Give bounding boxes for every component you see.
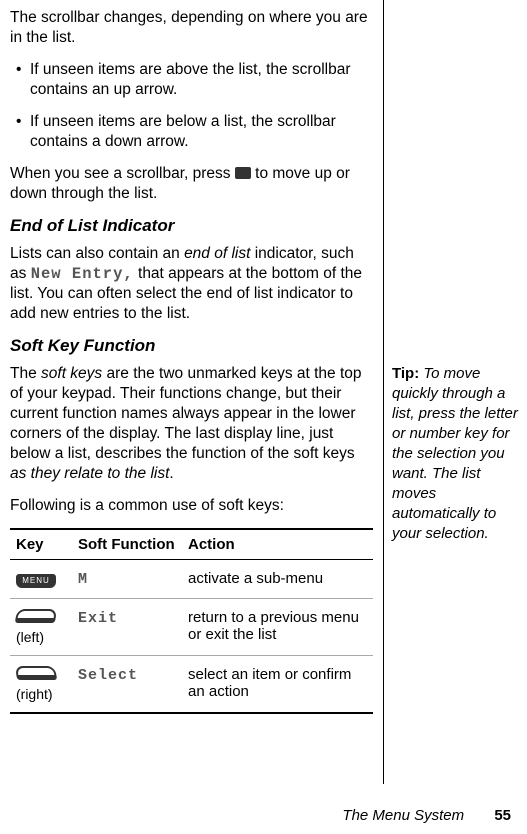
right-soft-key-icon — [15, 666, 57, 680]
key-label: (left) — [16, 629, 66, 645]
cell-fn: Select — [72, 656, 182, 714]
text-mono: New Entry, — [31, 265, 134, 283]
table-header-row: Key Soft Function Action — [10, 529, 373, 560]
cell-action: select an item or confirm an action — [182, 656, 373, 714]
menu-key-icon: MENU — [16, 574, 56, 588]
text-mono: Select — [78, 667, 138, 684]
cell-action: return to a previous menu or exit the li… — [182, 599, 373, 656]
tip-text: To move quickly through a list, press th… — [392, 365, 518, 542]
soft-key-para: The soft keys are the two unmarked keys … — [10, 364, 373, 484]
end-of-list-para: Lists can also contain an end of list in… — [10, 244, 373, 324]
key-label: (right) — [16, 686, 66, 702]
cell-key: (left) — [10, 599, 72, 656]
scrollbar-behaviors-list: If unseen items are above the list, the … — [30, 60, 373, 152]
heading-end-of-list: End of List Indicator — [10, 216, 373, 236]
left-soft-key-icon — [15, 609, 57, 623]
table-header-action: Action — [182, 529, 373, 560]
list-item: If unseen items are below a list, the sc… — [30, 112, 373, 152]
cell-fn: M — [72, 560, 182, 599]
table-header-key: Key — [10, 529, 72, 560]
tip-label: Tip: — [392, 365, 423, 382]
tip-block: Tip: To move quickly through a list, pre… — [392, 364, 527, 544]
side-column: Tip: To move quickly through a list, pre… — [384, 0, 527, 784]
text-italic: soft keys — [41, 365, 102, 382]
page-number: 55 — [494, 807, 511, 824]
cell-key: (right) — [10, 656, 72, 714]
soft-key-intro: Following is a common use of soft keys: — [10, 496, 373, 516]
text-mono: M — [78, 571, 88, 588]
soft-key-table: Key Soft Function Action MENU M activate… — [10, 528, 373, 714]
scrollbar-press-para: When you see a scrollbar, press to move … — [10, 164, 373, 204]
table-row: (right) Select select an item or confirm… — [10, 656, 373, 714]
text: Lists can also contain an — [10, 245, 184, 262]
text: When you see a scrollbar, press — [10, 165, 235, 182]
cell-action: activate a sub-menu — [182, 560, 373, 599]
main-column: The scrollbar changes, depending on wher… — [0, 0, 384, 784]
text-italic: as they relate to the list — [10, 465, 169, 482]
text: The — [10, 365, 41, 382]
cell-key: MENU — [10, 560, 72, 599]
list-item: If unseen items are above the list, the … — [30, 60, 373, 100]
text-italic: end of list — [184, 245, 250, 262]
footer-section: The Menu System — [342, 807, 464, 824]
table-row: MENU M activate a sub-menu — [10, 560, 373, 599]
scrollbar-intro: The scrollbar changes, depending on wher… — [10, 8, 373, 48]
table-row: (left) Exit return to a previous menu or… — [10, 599, 373, 656]
nav-key-icon — [235, 167, 251, 179]
text: . — [169, 465, 173, 482]
heading-soft-key: Soft Key Function — [10, 336, 373, 356]
text-mono: Exit — [78, 610, 118, 627]
page-footer: The Menu System 55 — [342, 807, 511, 824]
table-header-fn: Soft Function — [72, 529, 182, 560]
cell-fn: Exit — [72, 599, 182, 656]
